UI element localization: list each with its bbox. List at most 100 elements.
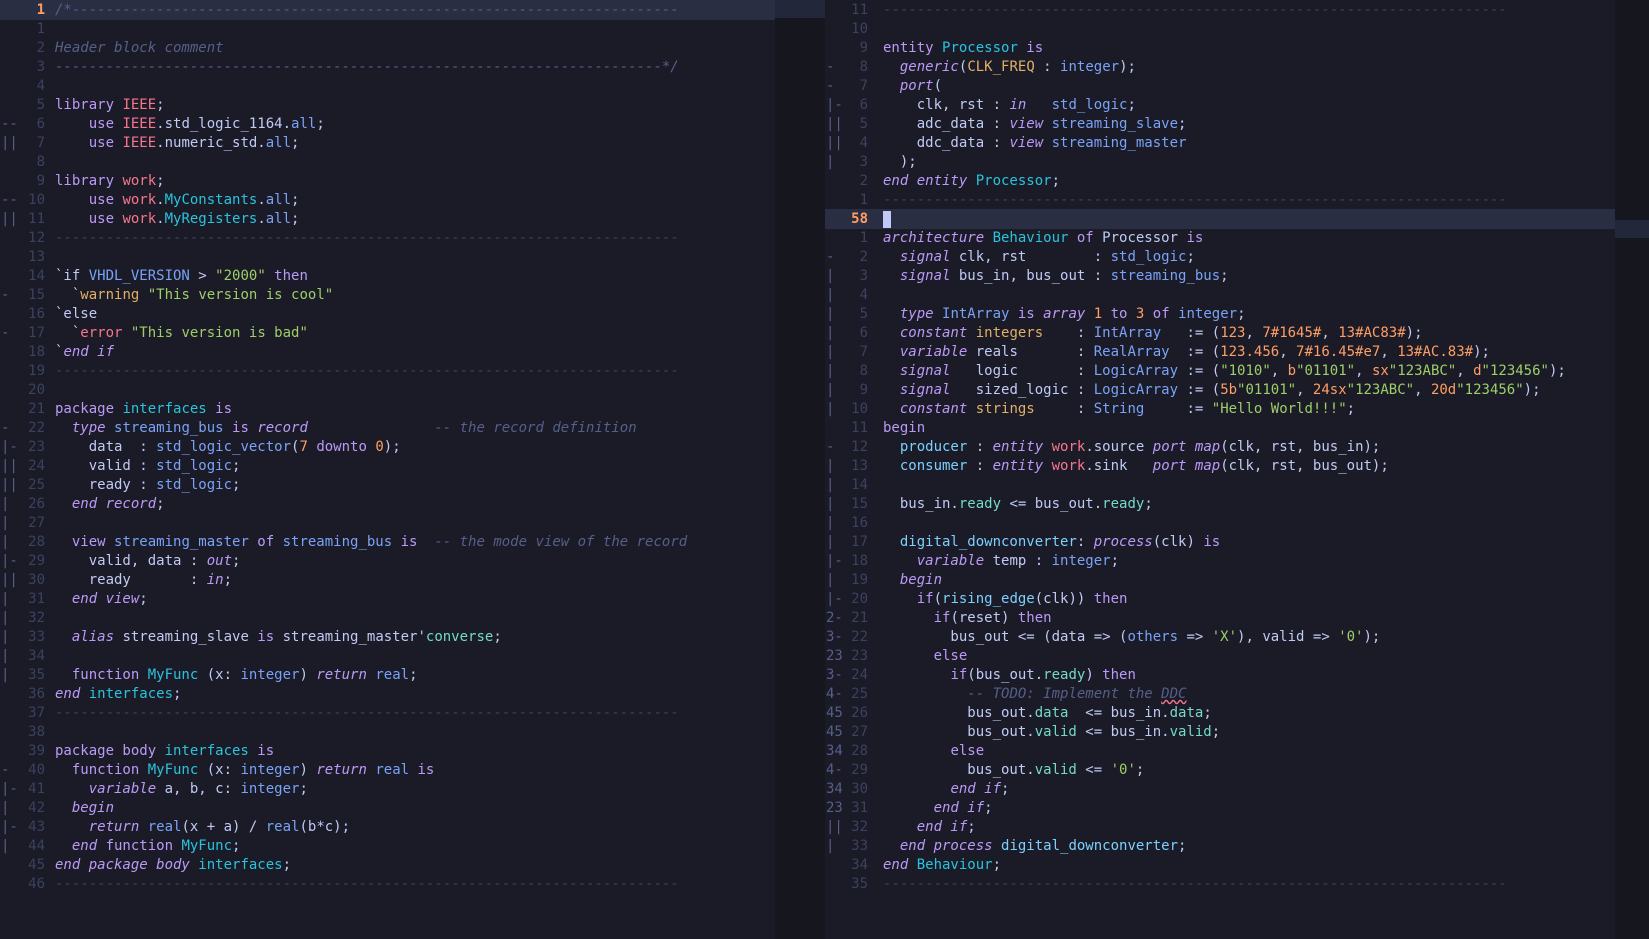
code-text[interactable]: Header block comment [55, 38, 224, 58]
code-line[interactable]: 18 `end if [0, 342, 775, 362]
code-line[interactable]: -12 producer : entity work.source port m… [825, 437, 1615, 457]
code-line[interactable]: -22 type streaming_bus is record -- the … [0, 418, 775, 438]
code-line[interactable]: | 33 end process digital_downconverter; [825, 836, 1615, 856]
code-line[interactable]: -2 signal clk, rst : std_logic; [825, 247, 1615, 267]
code-line[interactable]: || 5 adc_data : view streaming_slave; [825, 114, 1615, 134]
code-text[interactable]: end function MyFunc; [55, 836, 241, 856]
code-text[interactable]: alias streaming_slave is streaming_maste… [55, 627, 502, 647]
code-line[interactable]: | 19 begin [825, 570, 1615, 590]
code-text[interactable]: producer : entity work.source port map(c… [883, 437, 1381, 457]
code-line[interactable]: 38 [0, 722, 775, 742]
code-text[interactable]: constant strings : String := "Hello Worl… [883, 399, 1355, 419]
code-line[interactable]: |- 41 variable a, b, c: integer; [0, 779, 775, 799]
code-line[interactable]: 58 [825, 209, 1615, 229]
code-text[interactable]: begin [883, 570, 942, 590]
code-text[interactable]: ----------------------------------------… [883, 190, 1507, 210]
code-line[interactable]: | 42 begin [0, 798, 775, 818]
code-line[interactable]: 3- 22 bus_out <= (data => (others => 'X')… [825, 627, 1615, 647]
code-line[interactable]: 36 end interfaces; [0, 684, 775, 704]
code-line[interactable]: |- 6 clk, rst : in std_logic; [825, 95, 1615, 115]
code-line[interactable]: 21 package interfaces is [0, 399, 775, 419]
code-line[interactable]: 16 `else [0, 304, 775, 324]
code-text[interactable]: package interfaces is [55, 399, 232, 419]
code-line[interactable]: | 33 alias streaming_slave is streaming_m… [0, 627, 775, 647]
code-line[interactable]: 2- 21 if(reset) then [825, 608, 1615, 628]
code-text[interactable]: `if VHDL_VERSION > "2000" then [55, 266, 308, 286]
code-text[interactable]: function MyFunc (x: integer) return real… [55, 665, 418, 685]
code-line[interactable]: |- 20 if(rising_edge(clk)) then [825, 589, 1615, 609]
code-line[interactable]: 2 Header block comment [0, 38, 775, 58]
code-text[interactable]: valid : std_logic; [55, 456, 241, 476]
code-text[interactable]: ----------------------------------------… [55, 874, 679, 894]
code-text[interactable]: ----------------------------------------… [55, 228, 679, 248]
code-line[interactable]: 9 library work; [0, 171, 775, 191]
code-line[interactable]: | 26 end record; [0, 494, 775, 514]
code-text[interactable]: type streaming_bus is record -- the reco… [55, 418, 637, 438]
code-line[interactable]: | 6 constant integers : IntArray := (123,… [825, 323, 1615, 343]
code-text[interactable]: if(bus_out.ready) then [883, 665, 1135, 685]
code-line[interactable]: -- 10 use work.MyConstants.all; [0, 190, 775, 210]
code-text[interactable]: ----------------------------------------… [883, 874, 1507, 894]
code-text[interactable]: end entity Processor; [883, 171, 1060, 191]
code-line[interactable]: | 44 end function MyFunc; [0, 836, 775, 856]
code-line[interactable]: || 4 ddc_data : view streaming_master [825, 133, 1615, 153]
code-line[interactable]: 12 --------------------------------------… [0, 228, 775, 248]
right-scrollbar-thumb[interactable] [1615, 220, 1649, 238]
code-line[interactable]: | 16 [825, 513, 1615, 533]
code-line[interactable]: 1 [0, 19, 775, 39]
code-line[interactable]: 2 end entity Processor; [825, 171, 1615, 191]
code-line[interactable]: || 24 valid : std_logic; [0, 456, 775, 476]
code-text[interactable]: end process digital_downconverter; [883, 836, 1187, 856]
code-line[interactable]: | 8 signal logic : LogicArray := ("1010",… [825, 361, 1615, 381]
code-text[interactable]: variable a, b, c: integer; [55, 779, 308, 799]
code-line[interactable]: | 5 type IntArray is array 1 to 3 of inte… [825, 304, 1615, 324]
code-text[interactable]: else [883, 741, 984, 761]
code-line[interactable]: | 3 signal bus_in, bus_out : streaming_bu… [825, 266, 1615, 286]
code-line[interactable]: 1 /*-------------------------------------… [0, 0, 775, 20]
code-line[interactable]: 8 [0, 152, 775, 172]
code-text[interactable]: variable reals : RealArray := (123.456, … [883, 342, 1490, 362]
code-text[interactable]: adc_data : view streaming_slave; [883, 114, 1187, 134]
code-line[interactable]: 37 --------------------------------------… [0, 703, 775, 723]
code-line[interactable]: | 13 consumer : entity work.sink port map… [825, 456, 1615, 476]
code-line[interactable]: 4 [0, 76, 775, 96]
code-line[interactable]: |- 18 variable temp : integer; [825, 551, 1615, 571]
code-line[interactable]: |- 43 return real(x + a) / real(b*c); [0, 817, 775, 837]
code-line[interactable]: 34 end Behaviour; [825, 855, 1615, 875]
code-text[interactable]: `warning "This version is cool" [55, 285, 333, 305]
code-line[interactable]: 20 [0, 380, 775, 400]
code-text[interactable]: ----------------------------------------… [55, 361, 679, 381]
code-line[interactable]: 4- 29 bus_out.valid <= '0'; [825, 760, 1615, 780]
code-line[interactable]: 4- 25 -- TODO: Implement the DDC [825, 684, 1615, 704]
code-text[interactable]: else [883, 646, 968, 666]
code-line[interactable]: -40 function MyFunc (x: integer) return … [0, 760, 775, 780]
code-text[interactable]: use IEEE.std_logic_1164.all; [55, 114, 325, 134]
code-line[interactable]: 1 architecture Behaviour of Processor is [825, 228, 1615, 248]
code-text[interactable]: end if; [883, 817, 976, 837]
code-line[interactable]: | 9 signal sized_logic : LogicArray := (5… [825, 380, 1615, 400]
code-line[interactable]: | 35 function MyFunc (x: integer) return … [0, 665, 775, 685]
code-line[interactable]: 3- 24 if(bus_out.ready) then [825, 665, 1615, 685]
code-line[interactable]: | 4 [825, 285, 1615, 305]
code-text[interactable]: `else [55, 304, 97, 324]
code-line[interactable]: 1 ---------------------------------------… [825, 190, 1615, 210]
code-text[interactable]: library IEEE; [55, 95, 165, 115]
code-text[interactable]: `end if [55, 342, 114, 362]
split-divider[interactable] [785, 0, 825, 939]
code-text[interactable]: begin [883, 418, 925, 438]
code-line[interactable]: || 11 use work.MyRegisters.all; [0, 209, 775, 229]
code-text[interactable]: bus_out <= (data => (others => 'X'), val… [883, 627, 1380, 647]
code-line[interactable]: 45 end package body interfaces; [0, 855, 775, 875]
code-text[interactable]: package body interfaces is [55, 741, 274, 761]
code-text[interactable]: clk, rst : in std_logic; [883, 95, 1136, 115]
code-line[interactable]: 11 --------------------------------------… [825, 0, 1615, 20]
code-text[interactable]: port( [883, 76, 942, 96]
code-line[interactable]: |- 23 data : std_logic_vector(7 downto 0)… [0, 437, 775, 457]
code-text[interactable]: end view; [55, 589, 148, 609]
code-line[interactable]: | 17 digital_downconverter: process(clk) … [825, 532, 1615, 552]
code-text[interactable]: /*--------------------------------------… [55, 0, 679, 20]
code-text[interactable]: variable temp : integer; [883, 551, 1119, 571]
code-text[interactable]: end record; [55, 494, 165, 514]
code-line[interactable]: | 10 constant strings : String := "Hello … [825, 399, 1615, 419]
code-line[interactable]: 35 --------------------------------------… [825, 874, 1615, 894]
